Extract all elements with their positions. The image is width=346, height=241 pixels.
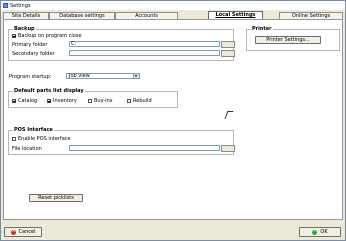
program-startup-select[interactable]: Job view — [66, 73, 140, 79]
enable-pos-label: Enable POS interface — [18, 136, 71, 142]
backup-on-close-checkbox[interactable]: Backup on program close — [12, 33, 82, 39]
printer-group-title: Printer — [251, 26, 273, 32]
local-settings-panel: Backup Backup on program close Primary f… — [3, 19, 343, 220]
secondary-folder-input[interactable] — [69, 50, 220, 56]
rebuild-checkbox[interactable]: Rebuild — [127, 98, 152, 104]
ok-button[interactable]: OK — [299, 227, 341, 237]
tab-site-details[interactable]: Site Details — [3, 12, 49, 19]
rebuild-label: Rebuild — [133, 98, 152, 104]
primary-folder-browse-button[interactable] — [221, 41, 235, 48]
chevron-down-icon — [133, 74, 139, 78]
secondary-folder-label: Secondary folder — [12, 51, 55, 57]
ok-icon — [312, 228, 318, 235]
app-icon — [3, 3, 8, 8]
tab-local-settings[interactable]: Local Settings — [208, 11, 263, 19]
printer-settings-button[interactable]: Printer Settings... — [255, 36, 321, 44]
enable-pos-checkbox[interactable]: Enable POS interface — [12, 136, 71, 142]
primary-folder-label: Primary folder — [12, 42, 48, 48]
checkbox-icon — [88, 99, 92, 103]
backup-group: Backup Backup on program close Primary f… — [8, 26, 235, 61]
tab-database-settings[interactable]: Database settings — [49, 12, 115, 19]
buy-ins-label: Buy-ins — [94, 98, 113, 104]
file-location-input[interactable] — [69, 145, 220, 151]
default-parts-group: Default parts list display Catalog Inven… — [8, 88, 178, 108]
reset-picklists-button[interactable]: Reset picklists — [29, 194, 83, 202]
tab-online-settings[interactable]: Online Settings — [279, 12, 343, 19]
settings-window: Settings Site Details Database settings … — [0, 0, 346, 241]
buy-ins-checkbox[interactable]: Buy-ins — [88, 98, 112, 104]
ok-label: OK — [320, 229, 328, 235]
pos-interface-group: POS Interface Enable POS interface File … — [8, 127, 235, 155]
cancel-button[interactable]: Cancel — [4, 227, 42, 237]
backup-on-close-label: Backup on program close — [18, 33, 82, 39]
backup-group-title: Backup — [13, 26, 36, 32]
default-parts-group-title: Default parts list display — [13, 88, 85, 94]
tab-accounts[interactable]: Accounts — [115, 12, 178, 19]
cancel-icon — [10, 228, 16, 235]
primary-folder-input[interactable]: C: — [69, 41, 220, 47]
checkbox-icon — [127, 99, 131, 103]
inventory-label: Inventory — [53, 98, 77, 104]
mouse-cursor-icon — [227, 111, 231, 117]
program-startup-value: Job view — [69, 73, 90, 79]
title-bar: Settings — [1, 1, 345, 10]
checkbox-icon — [12, 34, 16, 38]
tab-strip: Site Details Database settings Accounts … — [3, 11, 343, 19]
program-startup-label: Program startup: — [9, 74, 52, 80]
secondary-folder-browse-button[interactable] — [221, 50, 235, 57]
file-location-browse-button[interactable] — [221, 145, 235, 152]
checkbox-icon — [47, 99, 51, 103]
checkbox-icon — [12, 99, 16, 103]
checkbox-icon — [12, 137, 16, 141]
catalog-label: Catalog — [18, 98, 38, 104]
inventory-checkbox[interactable]: Inventory — [47, 98, 77, 104]
pos-interface-group-title: POS Interface — [13, 127, 54, 133]
catalog-checkbox[interactable]: Catalog — [12, 98, 37, 104]
window-title: Settings — [10, 2, 31, 9]
cancel-label: Cancel — [18, 229, 36, 235]
printer-group: Printer Printer Settings... — [246, 26, 340, 51]
file-location-label: File location — [12, 146, 42, 152]
